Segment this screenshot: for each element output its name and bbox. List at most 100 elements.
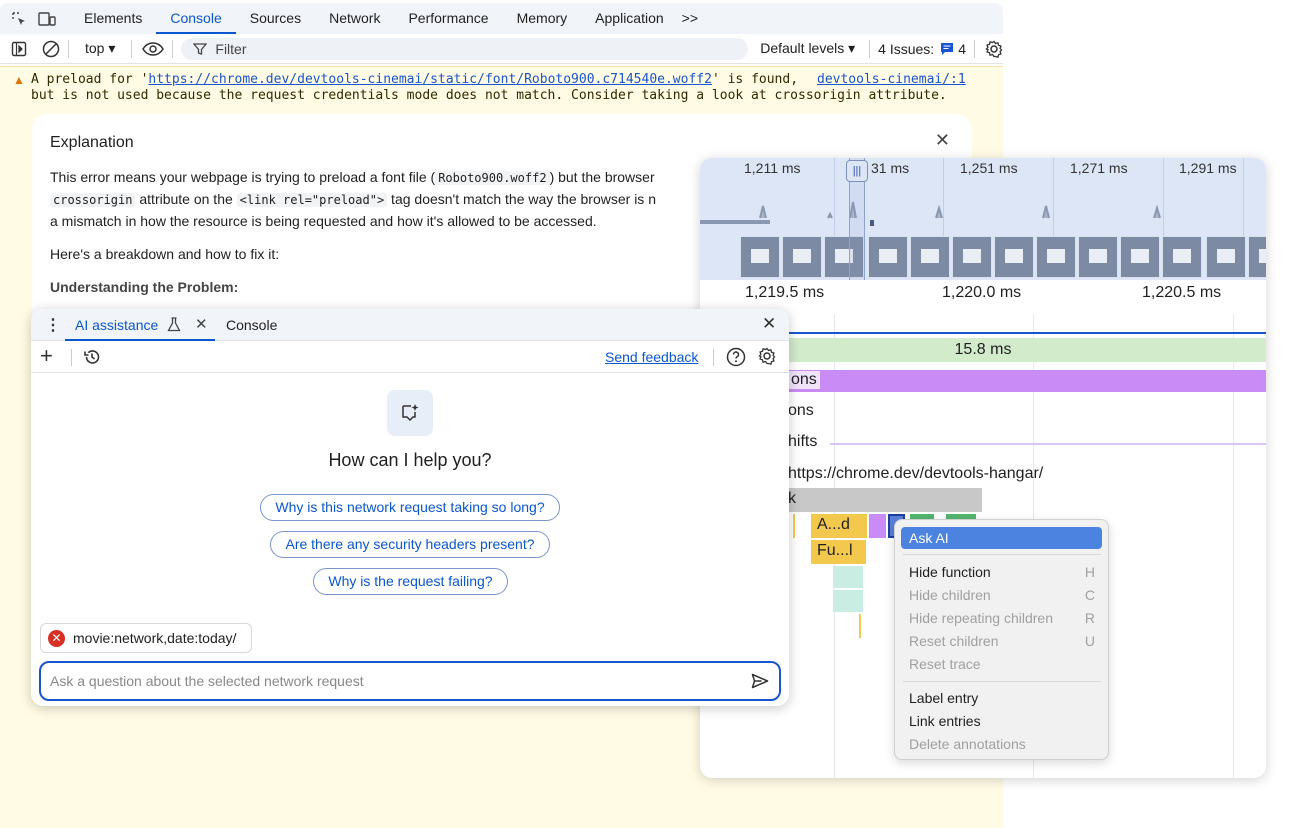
console-toolbar: top ▾ Filter Default levels ▾ 4 Issues: … <box>0 34 1003 64</box>
more-tabs-button[interactable]: >> <box>678 3 702 34</box>
context-chip[interactable]: ✕ movie:network,date:today/ <box>40 623 252 653</box>
divider <box>131 39 133 58</box>
issues-button[interactable]: 4 Issues: 4 <box>878 41 966 57</box>
divider <box>974 39 975 58</box>
filmstrip-frame <box>1120 236 1160 278</box>
settings-gear-icon[interactable] <box>758 347 776 365</box>
menu-item-label: Reset children <box>909 633 999 649</box>
tab-elements[interactable]: Elements <box>70 3 156 34</box>
layout-shift-line <box>830 443 1266 445</box>
overview-tick: 1,211 ms <box>744 160 801 176</box>
menu-item-hide-function[interactable]: Hide function H <box>909 564 1095 580</box>
send-feedback-link[interactable]: Send feedback <box>605 349 698 365</box>
more-options-icon[interactable]: ⋮ <box>45 315 61 335</box>
ruler-tick: 1,219.5 ms <box>745 284 825 301</box>
menu-divider <box>903 554 1101 555</box>
new-chat-plus-icon[interactable]: + <box>40 343 53 369</box>
menu-item-label-entry[interactable]: Label entry <box>909 690 978 706</box>
ai-prompt-input[interactable]: Ask a question about the selected networ… <box>39 661 781 701</box>
menu-item-hide-children[interactable]: Hide children C <box>909 587 1095 603</box>
menu-divider <box>903 681 1101 682</box>
filmstrip-frame <box>782 236 822 278</box>
code-snippet: Roboto900.woff2 <box>435 171 550 185</box>
menu-item-delete-annotations[interactable]: Delete annotations <box>909 736 1026 752</box>
selection-drag-handle[interactable]: ||| <box>846 160 868 182</box>
overview-tick: 1,291 ms <box>1179 160 1237 176</box>
menu-item-ask-ai[interactable]: Ask AI <box>901 527 1102 549</box>
menu-item-reset-children[interactable]: Reset children U <box>909 633 1095 649</box>
task-label: k <box>788 490 796 507</box>
task-bar[interactable] <box>780 488 982 512</box>
tab-memory[interactable]: Memory <box>503 3 582 34</box>
track-label: ons <box>788 371 820 389</box>
suggestion-chip[interactable]: Why is the request failing? <box>313 568 508 595</box>
tab-performance[interactable]: Performance <box>394 3 502 34</box>
close-drawer-icon[interactable]: ✕ <box>762 314 776 334</box>
close-icon[interactable]: ✕ <box>935 130 950 151</box>
code-snippet: <link rel="preload"> <box>236 193 388 207</box>
tab-ai-assistance[interactable]: AI assistance ✕ <box>65 309 215 341</box>
filmstrip-frame <box>740 236 780 278</box>
menu-item-hide-repeating-children[interactable]: Hide repeating children R <box>909 610 1095 626</box>
divider <box>71 349 72 366</box>
filter-input[interactable]: Filter <box>181 37 749 60</box>
warning-url-link[interactable]: https://chrome.dev/devtools-cinemai/stat… <box>148 72 712 87</box>
track-label: ons <box>788 402 814 419</box>
issues-count: 4 <box>958 40 966 57</box>
flame-block[interactable]: A...d <box>811 514 867 538</box>
suggestion-chip[interactable]: Are there any security headers present? <box>270 531 550 558</box>
ai-welcome-heading: How can I help you? <box>328 450 492 470</box>
eye-icon[interactable] <box>142 40 165 58</box>
send-icon[interactable] <box>751 673 769 689</box>
divider <box>869 39 871 58</box>
tab-sources[interactable]: Sources <box>236 3 315 34</box>
warning-text-line2: but is not used because the request cred… <box>31 88 947 103</box>
flame-block[interactable] <box>793 514 795 538</box>
tab-console-drawer[interactable]: Console <box>226 317 277 333</box>
sidebar-toggle-icon[interactable] <box>10 40 28 58</box>
track-label: hifts <box>788 433 818 450</box>
close-tab-icon[interactable]: ✕ <box>195 315 208 333</box>
clear-console-icon[interactable] <box>42 40 60 58</box>
message-icon <box>941 42 954 55</box>
menu-item-label: Hide repeating children <box>909 610 1053 626</box>
code-snippet: crossorigin <box>50 193 136 207</box>
menu-shortcut: U <box>1084 633 1095 649</box>
timeline-overview[interactable]: 1,211 ms 31 ms 1,251 ms 1,271 ms 1,291 m… <box>700 158 1266 280</box>
tab-application[interactable]: Application <box>581 3 678 34</box>
device-toolbar-icon[interactable] <box>38 10 56 28</box>
warning-source-link[interactable]: devtools-cinemai/:1 <box>817 72 966 87</box>
tab-label: AI assistance <box>75 317 159 333</box>
context-selector[interactable]: top ▾ <box>77 40 123 57</box>
menu-item-reset-trace[interactable]: Reset trace <box>909 656 981 672</box>
flame-chart-context-menu: Ask AI Hide function H Hide children C Hid… <box>894 519 1109 760</box>
explanation-text: ) but the browser <box>549 169 655 185</box>
issues-label: 4 Issues: <box>878 40 935 57</box>
filmstrip-frame <box>1248 236 1266 278</box>
divider <box>172 39 174 58</box>
log-levels-dropdown[interactable]: Default levels ▾ <box>754 40 861 57</box>
flame-block[interactable] <box>833 566 863 588</box>
settings-gear-icon[interactable] <box>985 40 1003 58</box>
ruler-tick: 1,220.5 ms <box>1142 284 1222 301</box>
ai-spark-icon <box>387 390 433 436</box>
ai-assistance-panel: ⋮ AI assistance ✕ Console ✕ + Send feedb… <box>31 309 789 706</box>
flame-block[interactable] <box>869 514 886 538</box>
menu-item-label: Hide function <box>909 564 991 580</box>
menu-item-link-entries[interactable]: Link entries <box>909 713 981 729</box>
filter-icon <box>193 42 208 55</box>
tab-network[interactable]: Network <box>315 3 394 34</box>
history-icon[interactable] <box>83 348 101 366</box>
experiment-flask-icon <box>167 317 181 332</box>
overview-tick: 1,271 ms <box>1070 160 1128 176</box>
tab-console[interactable]: Console <box>156 3 236 34</box>
prompt-placeholder: Ask a question about the selected networ… <box>50 673 364 689</box>
suggestion-chip[interactable]: Why is this network request taking so lo… <box>260 494 560 521</box>
flame-block[interactable]: Fu...l <box>811 540 866 564</box>
main-thread-url: https://chrome.dev/devtools-hangar/ <box>788 465 1044 482</box>
warning-text: A preload for ' <box>31 72 149 87</box>
flame-block[interactable] <box>859 614 861 638</box>
flame-block[interactable] <box>833 590 863 612</box>
inspect-element-icon[interactable] <box>10 10 28 28</box>
help-icon[interactable] <box>726 347 746 367</box>
